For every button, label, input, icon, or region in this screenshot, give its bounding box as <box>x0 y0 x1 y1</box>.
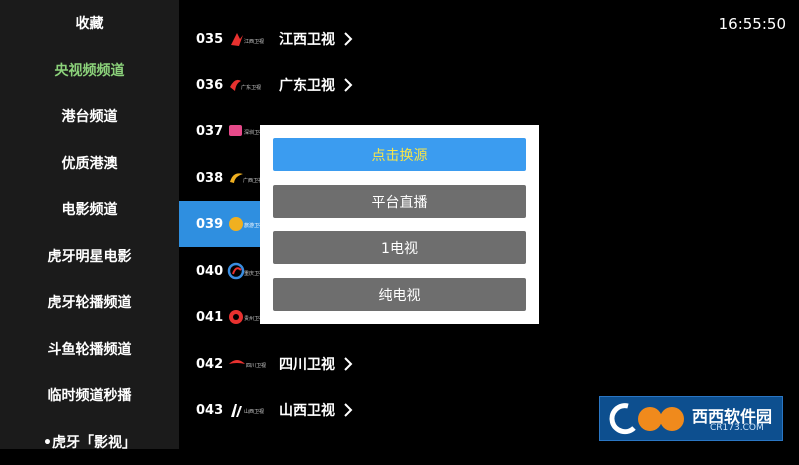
pure-tv-button[interactable]: 纯电视 <box>273 278 526 311</box>
chevron-right-icon <box>344 357 353 371</box>
channel-name: 江西卫视 <box>279 32 335 48</box>
sidebar-item-movies[interactable]: 电影频道 <box>0 186 179 232</box>
watermark-logo-icon <box>609 403 684 435</box>
channel-number: 037 <box>196 123 224 139</box>
sidebar-item-hk-tw[interactable]: 港台频道 <box>0 93 179 139</box>
switch-source-button[interactable]: 点击换源 <box>273 138 526 171</box>
sidebar-item-favorites[interactable]: 收藏 <box>0 0 179 46</box>
channel-logo-icon: 四川卫视 <box>229 360 266 369</box>
channel-name: 四川卫视 <box>279 357 335 373</box>
channel-row[interactable]: 042 四川卫视 四川卫视 <box>179 341 799 387</box>
channel-number: 040 <box>196 263 224 279</box>
channel-number: 036 <box>196 77 224 93</box>
channel-number: 035 <box>196 31 224 47</box>
source-dialog: 点击换源 平台直播 1电视 纯电视 <box>260 125 539 324</box>
chevron-right-icon <box>344 403 353 417</box>
1tv-button[interactable]: 1电视 <box>273 231 526 264</box>
sidebar-item-cctv[interactable]: 央视频频道 <box>0 47 179 93</box>
sidebar-item-douyu-rotation[interactable]: 斗鱼轮播频道 <box>0 326 179 372</box>
channel-number: 043 <box>196 402 224 418</box>
category-sidebar: 收藏 央视频频道 港台频道 优质港澳 电影频道 虎牙明星电影 虎牙轮播频道 斗鱼… <box>0 0 179 451</box>
channel-number: 042 <box>196 356 224 372</box>
channel-name: 广东卫视 <box>279 78 335 94</box>
platform-live-button[interactable]: 平台直播 <box>273 185 526 218</box>
sidebar-item-huya-film[interactable]: •虎牙「影视」 <box>0 419 179 465</box>
channel-number: 038 <box>196 170 224 186</box>
clock: 16:55:50 <box>718 15 786 33</box>
chevron-right-icon <box>344 32 353 46</box>
channel-number: 041 <box>196 309 224 325</box>
channel-logo-icon: 广东卫视 <box>230 79 261 91</box>
channel-logo-text: 江西卫视 <box>244 38 264 45</box>
channel-logo-text: 四川卫视 <box>246 362 266 369</box>
sidebar-item-huya-rotation[interactable]: 虎牙轮播频道 <box>0 279 179 325</box>
channel-number: 039 <box>196 216 224 232</box>
channel-logo-icon: 江西卫视 <box>231 33 264 46</box>
sidebar-item-hk-macau[interactable]: 优质港澳 <box>0 140 179 186</box>
sidebar-item-temp-channels[interactable]: 临时频道秒播 <box>0 372 179 418</box>
chevron-right-icon <box>344 78 353 92</box>
channel-logo-text: 山西卫视 <box>244 408 264 415</box>
channel-logo-text: 广东卫视 <box>241 84 261 91</box>
sidebar-item-huya-star-movies[interactable]: 虎牙明星电影 <box>0 233 179 279</box>
channel-row[interactable]: 036 广东卫视 广东卫视 <box>179 62 799 108</box>
watermark: 西西软件园 CR173.COM <box>599 396 783 441</box>
watermark-sub: CR173.COM <box>710 423 764 433</box>
channel-name: 山西卫视 <box>279 403 335 419</box>
channel-logo-icon: 山西卫视 <box>231 404 264 417</box>
channel-row[interactable]: 035 江西卫视 江西卫视 <box>179 16 799 62</box>
